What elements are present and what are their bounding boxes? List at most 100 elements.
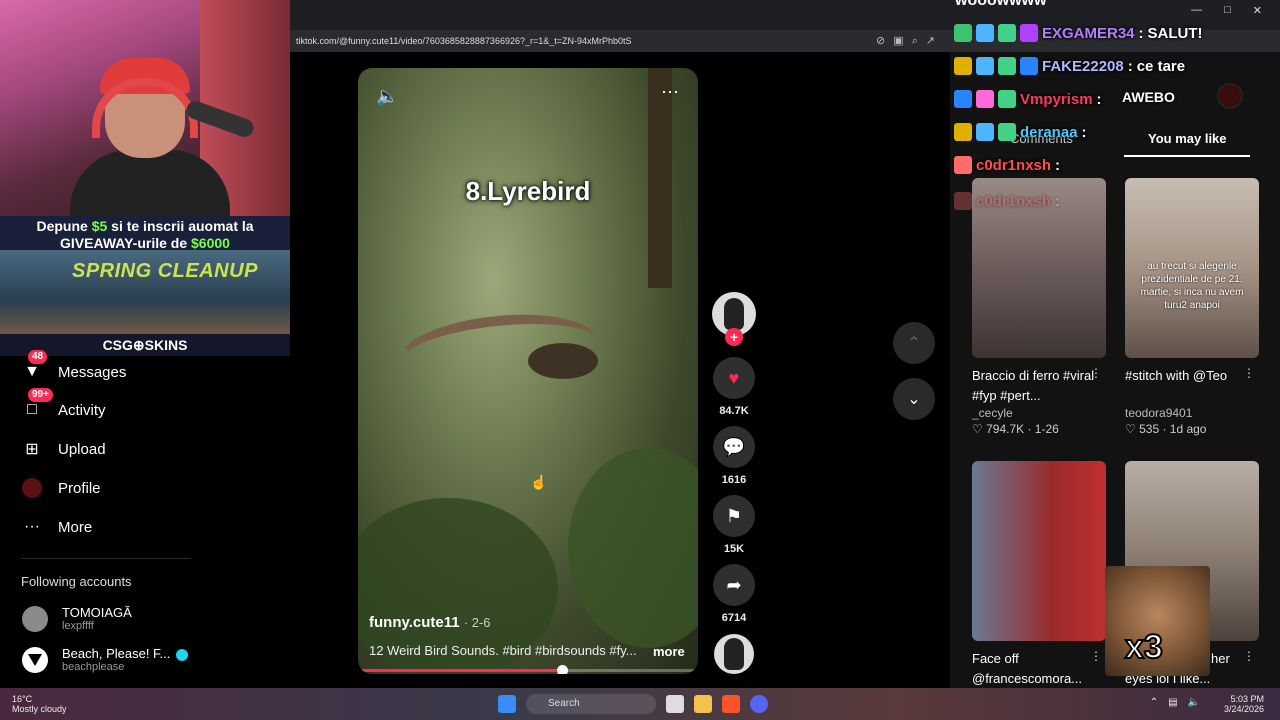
- active-tab-indicator: [1124, 155, 1250, 157]
- suggested-video-card[interactable]: Braccio di ferro #viral #fyp #pert... _c…: [972, 178, 1106, 436]
- nav-divider: [21, 558, 191, 559]
- minimize-icon[interactable]: —: [1191, 4, 1202, 17]
- more-options-icon[interactable]: ⋯: [661, 82, 680, 103]
- block-icon[interactable]: ⊘: [876, 30, 885, 52]
- chat-emote-text: AWEBO: [1122, 89, 1175, 105]
- nav-upload[interactable]: ⊞ Upload: [22, 439, 106, 459]
- screen: — □ ✕ tiktok.com/@funny.cute11/video/760…: [0, 0, 1280, 720]
- save-button[interactable]: ⚑ 15K: [712, 495, 756, 555]
- following-account-1[interactable]: TOMOIAGĂ lexpffff: [22, 605, 132, 632]
- creator-avatar[interactable]: +: [712, 292, 756, 346]
- network-icon[interactable]: ▤: [1168, 697, 1177, 708]
- volume-icon[interactable]: 🔈: [376, 86, 398, 107]
- share-icon[interactable]: ↗: [926, 30, 935, 52]
- like-button[interactable]: ♥ 84.7K: [712, 357, 756, 417]
- video-thumbnail: au trecut si alegerile prezidentiale de …: [1125, 178, 1259, 358]
- badge-icon: [954, 24, 972, 42]
- reader-icon[interactable]: ▣: [893, 30, 903, 52]
- badge-icon: [998, 123, 1016, 141]
- nav-messages[interactable]: ▼ 48 Messages: [22, 350, 127, 382]
- avatar: [22, 605, 48, 632]
- suggested-video-card[interactable]: Face off @francescomora... ⋮: [972, 461, 1106, 689]
- chat-message: deranaa:: [954, 123, 1087, 141]
- badge-icon: [954, 156, 972, 174]
- browser-icon[interactable]: [722, 695, 740, 713]
- nav-activity[interactable]: □ 99+ Activity: [22, 388, 106, 420]
- sponsor-banner: Depune $5 si te inscrii auomat la GIVEAW…: [0, 216, 290, 356]
- badge-icon: [1020, 57, 1038, 75]
- badge-icon: [998, 57, 1016, 75]
- file-icon[interactable]: [666, 695, 684, 713]
- discord-icon[interactable]: [750, 695, 768, 713]
- previous-video-button[interactable]: ⌃: [893, 322, 935, 364]
- heart-icon: ♥: [713, 357, 755, 399]
- nav-upload-label: Upload: [58, 440, 106, 458]
- caption-more-button[interactable]: more: [653, 644, 685, 659]
- nav-profile-label: Profile: [58, 479, 101, 497]
- windows-start-icon[interactable]: [498, 695, 516, 713]
- video-thumbnail: [972, 461, 1106, 641]
- zoom-icon[interactable]: ⌕: [912, 30, 918, 52]
- address-bar-icons: ⊘ ▣ ⌕ ↗: [876, 30, 935, 52]
- nav-profile[interactable]: Profile: [22, 478, 101, 498]
- next-video-button[interactable]: ⌄: [893, 378, 935, 420]
- badge-icon: [998, 90, 1016, 108]
- close-icon[interactable]: ✕: [1253, 4, 1262, 17]
- video-player[interactable]: 8.Lyrebird 🔈 ⋯ funny.cute11 · 2-6 12 Wei…: [358, 68, 698, 674]
- card-more-icon[interactable]: ⋮: [1243, 366, 1255, 380]
- chat-message: c0dr1nxsh:: [954, 192, 1060, 210]
- meme-multiplier: x3: [1124, 627, 1164, 667]
- card-more-icon[interactable]: ⋮: [1090, 649, 1102, 663]
- taskbar-apps: Search: [498, 694, 768, 714]
- nav-more[interactable]: ··· More: [22, 517, 92, 537]
- speaker-icon[interactable]: 🔈: [1188, 697, 1200, 708]
- comment-count: 1616: [721, 474, 747, 486]
- tab-you-may-like[interactable]: You may like: [1148, 131, 1227, 146]
- following-account-2[interactable]: Beach, Please! F... beachplease: [22, 646, 189, 673]
- save-count: 15K: [723, 543, 745, 555]
- crown-icon: [954, 123, 972, 141]
- video-progress-bar[interactable]: [358, 665, 698, 674]
- badge-icon: [954, 192, 972, 210]
- profile-avatar-icon[interactable]: [1217, 83, 1243, 109]
- badge-icon: [1020, 24, 1038, 42]
- avatar: [22, 646, 48, 673]
- video-author[interactable]: funny.cute11 · 2-6: [369, 614, 491, 631]
- weather-widget[interactable]: 16°C Mostly cloudy: [12, 694, 67, 714]
- activity-badge: 99+: [28, 388, 53, 402]
- maximize-icon[interactable]: □: [1224, 4, 1231, 17]
- nav-messages-label: Messages: [58, 363, 127, 381]
- share-count: 6714: [721, 612, 747, 624]
- taskbar-search[interactable]: Search: [526, 694, 656, 714]
- follow-plus-icon[interactable]: +: [725, 328, 743, 346]
- suggested-video-card[interactable]: au trecut si alegerile prezidentiale de …: [1125, 178, 1259, 436]
- bookmark-icon: ⚑: [713, 495, 755, 537]
- badge-icon: [976, 123, 994, 141]
- badge-icon: [976, 90, 994, 108]
- spring-cleanup-text: SPRING CLEANUP: [72, 260, 258, 282]
- video-overlay-title: 8.Lyrebird: [465, 176, 591, 206]
- chat-line-header: wooowwww: [955, 0, 1047, 9]
- crown-icon: [954, 57, 972, 75]
- chat-message: c0dr1nxsh:: [954, 156, 1060, 174]
- progress-fill: [358, 669, 562, 672]
- chevron-down-icon: ⌄: [893, 378, 935, 420]
- more-dots-icon: ···: [24, 518, 40, 535]
- share-button[interactable]: ➦ 6714: [712, 564, 756, 624]
- streamer-webcam: [0, 0, 290, 216]
- chevron-up-icon[interactable]: ⌃: [1150, 697, 1158, 708]
- sword-icon: [954, 90, 972, 108]
- like-count: 84.7K: [719, 405, 749, 417]
- progress-knob[interactable]: [557, 665, 568, 674]
- upload-icon: ⊞: [25, 441, 39, 458]
- following-accounts-title: Following accounts: [21, 574, 132, 589]
- card-more-icon[interactable]: ⋮: [1090, 366, 1102, 380]
- taskbar-clock[interactable]: 5:03 PM 3/24/2026: [1224, 694, 1264, 714]
- card-more-icon[interactable]: ⋮: [1243, 649, 1255, 663]
- folder-icon[interactable]: [694, 695, 712, 713]
- comment-button[interactable]: 💬 1616: [712, 426, 756, 486]
- sound-disc[interactable]: [712, 634, 756, 674]
- share-arrow-icon: ➦: [713, 564, 755, 606]
- sponsor-text: Depune $5 si te inscrii auomat la GIVEAW…: [36, 218, 254, 251]
- messages-badge: 48: [28, 350, 48, 364]
